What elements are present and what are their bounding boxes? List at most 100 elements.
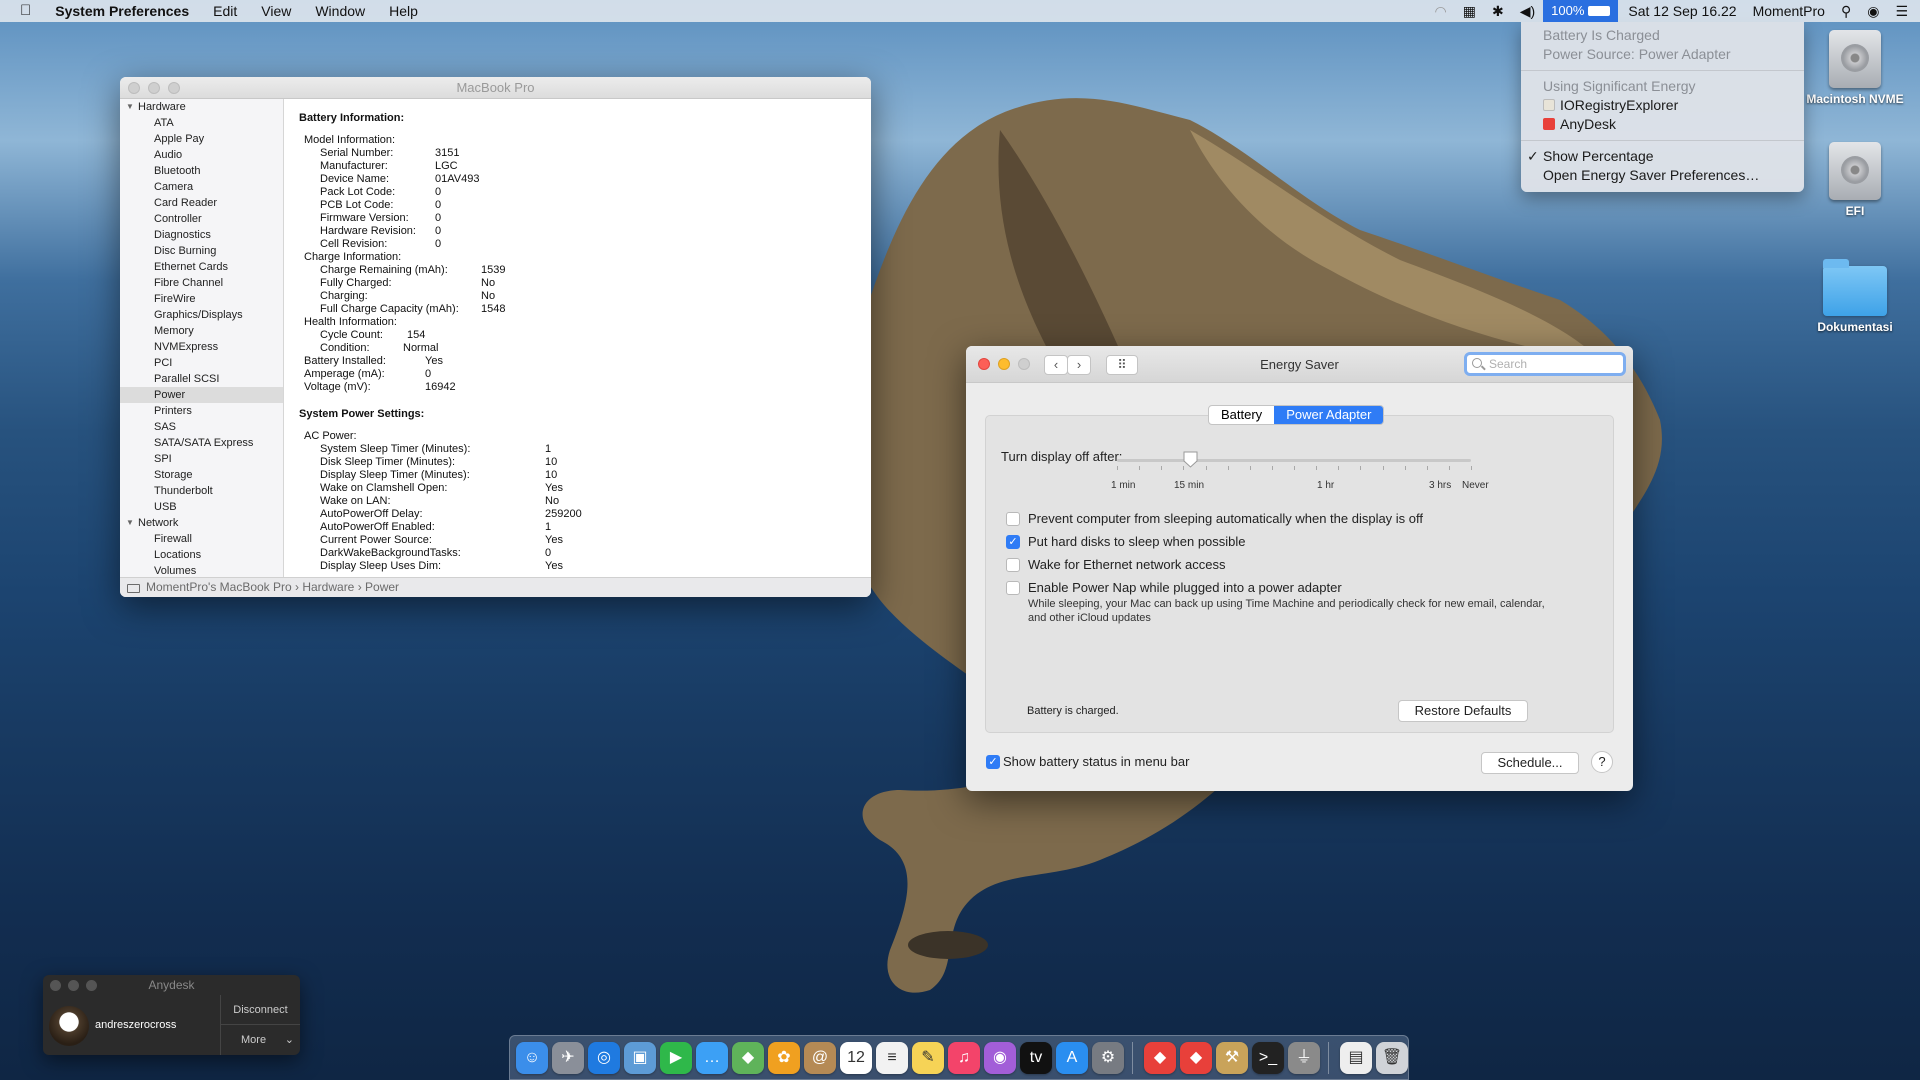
sidebar-item[interactable]: ATA — [120, 115, 283, 131]
minimize-button[interactable] — [998, 358, 1010, 370]
battery-menu-item[interactable]: 100% — [1543, 0, 1619, 22]
clock[interactable]: Sat 12 Sep 16.22 — [1618, 0, 1744, 22]
menu-edit[interactable]: Edit — [201, 0, 249, 22]
sidebar-item[interactable]: SPI — [120, 451, 283, 467]
wifi-icon[interactable]: ◠ — [1427, 0, 1455, 22]
zoom-button[interactable] — [86, 980, 97, 991]
dock-icon-trash[interactable]: 🗑 — [1376, 1041, 1408, 1074]
bluetooth-icon[interactable]: ✱ — [1484, 0, 1512, 22]
zoom-button[interactable] — [1018, 358, 1030, 370]
sidebar-item[interactable]: Parallel SCSI — [120, 371, 283, 387]
sidebar-item[interactable]: PCI — [120, 355, 283, 371]
display-sleep-slider-track[interactable] — [1117, 459, 1471, 462]
desktop-icon-macintosh-nvme[interactable]: Macintosh NVME — [1800, 30, 1910, 106]
sidebar-item[interactable]: Card Reader — [120, 195, 283, 211]
dock-icon-calendar[interactable]: 12 — [840, 1041, 872, 1074]
power-nap-checkbox[interactable] — [1006, 581, 1020, 595]
wake-ethernet-checkbox[interactable] — [1006, 558, 1020, 572]
sidebar-item[interactable]: Printers — [120, 403, 283, 419]
disk-sleep-checkbox[interactable]: ✓ — [1006, 535, 1020, 549]
sidebar-item[interactable]: Memory — [120, 323, 283, 339]
activity-icon[interactable]: ▦ — [1455, 0, 1484, 22]
restore-defaults-button[interactable]: Restore Defaults — [1398, 700, 1528, 722]
sidebar-item[interactable]: Disc Burning — [120, 243, 283, 259]
dock-icon-music[interactable]: ♫ — [948, 1041, 980, 1074]
schedule-button[interactable]: Schedule... — [1481, 752, 1579, 774]
energy-app-anydesk[interactable]: AnyDesk — [1521, 115, 1804, 134]
help-button[interactable]: ? — [1591, 751, 1613, 773]
dock-icon-preview[interactable]: ▣ — [624, 1041, 656, 1074]
sidebar-item[interactable]: Audio — [120, 147, 283, 163]
sidebar-item[interactable]: Controller — [120, 211, 283, 227]
dock-icon-utility[interactable]: ⚒ — [1216, 1041, 1248, 1074]
sidebar-item[interactable]: NVMExpress — [120, 339, 283, 355]
open-energy-saver-item[interactable]: Open Energy Saver Preferences… — [1521, 166, 1804, 185]
show-battery-status-checkbox[interactable]: ✓ — [986, 755, 1000, 769]
dock-icon-tv[interactable]: tv — [1020, 1041, 1052, 1074]
show-all-grid-icon[interactable]: ⠿ — [1106, 355, 1138, 375]
minimize-button[interactable] — [68, 980, 79, 991]
show-percentage-item[interactable]: ✓ Show Percentage — [1521, 147, 1804, 166]
sidebar-item[interactable]: SATA/SATA Express — [120, 435, 283, 451]
forward-button[interactable]: › — [1067, 355, 1091, 375]
desktop-icon-efi[interactable]: EFI — [1800, 142, 1910, 218]
sidebar-item[interactable]: Power — [120, 387, 283, 403]
close-button[interactable] — [128, 82, 140, 94]
dock-icon-facetime[interactable]: ▶ — [660, 1041, 692, 1074]
sidebar-item[interactable]: USB — [120, 499, 283, 515]
sidebar-item[interactable]: SAS — [120, 419, 283, 435]
prevent-sleep-checkbox[interactable] — [1006, 512, 1020, 526]
tab-battery[interactable]: Battery — [1209, 406, 1274, 424]
search-input[interactable]: Search — [1464, 352, 1626, 376]
dock-icon-contacts[interactable]: @ — [804, 1041, 836, 1074]
dock-icon-notes[interactable]: ✎ — [912, 1041, 944, 1074]
sidebar-item[interactable]: FireWire — [120, 291, 283, 307]
sidebar-item[interactable]: Locations — [120, 547, 283, 563]
disconnect-button[interactable]: Disconnect — [220, 995, 300, 1025]
dock-icon-launchpad[interactable]: ✈ — [552, 1041, 584, 1074]
sidebar-item[interactable]: Fibre Channel — [120, 275, 283, 291]
user-menu[interactable]: MomentPro — [1745, 0, 1833, 22]
menu-view[interactable]: View — [249, 0, 303, 22]
volume-icon[interactable]: ◀) — [1512, 0, 1543, 22]
sidebar-item[interactable]: Storage — [120, 467, 283, 483]
desktop-icon-dokumentasi[interactable]: Dokumentasi — [1800, 259, 1910, 334]
dock-icon-terminal[interactable]: >_ — [1252, 1041, 1284, 1074]
sidebar-group-network[interactable]: Network — [120, 515, 283, 531]
sidebar-item[interactable]: Graphics/Displays — [120, 307, 283, 323]
minimize-button[interactable] — [148, 82, 160, 94]
dock-icon-safari[interactable]: ◎ — [588, 1041, 620, 1074]
dock-icon-anydesk-2[interactable]: ◆ — [1180, 1041, 1212, 1074]
dock-icon-anydesk[interactable]: ◆ — [1144, 1041, 1176, 1074]
sidebar-item[interactable]: Firewall — [120, 531, 283, 547]
siri-icon[interactable]: ◉ — [1859, 0, 1887, 22]
menu-app-name[interactable]: System Preferences — [43, 0, 201, 22]
back-button[interactable]: ‹ — [1044, 355, 1068, 375]
dock-icon-system-preferences[interactable]: ⚙ — [1092, 1041, 1124, 1074]
notification-center-icon[interactable]: ☰ — [1887, 0, 1920, 22]
spotlight-search-icon[interactable]: ⚲ — [1833, 0, 1859, 22]
dock-icon-reminders[interactable]: ≡ — [876, 1041, 908, 1074]
sidebar-item[interactable]: Diagnostics — [120, 227, 283, 243]
energy-app-ioregistryexplorer[interactable]: IORegistryExplorer — [1521, 96, 1804, 115]
menu-help[interactable]: Help — [377, 0, 430, 22]
tab-power-adapter[interactable]: Power Adapter — [1274, 406, 1384, 424]
sidebar-group-hardware[interactable]: Hardware — [120, 99, 283, 115]
zoom-button[interactable] — [168, 82, 180, 94]
close-button[interactable] — [978, 358, 990, 370]
sidebar-item[interactable]: Apple Pay — [120, 131, 283, 147]
dock-icon-finder[interactable]: ☺ — [516, 1041, 548, 1074]
menu-window[interactable]: Window — [303, 0, 377, 22]
sidebar-item[interactable]: Volumes — [120, 563, 283, 577]
sidebar-item[interactable]: Ethernet Cards — [120, 259, 283, 275]
display-sleep-slider-thumb[interactable] — [1183, 451, 1198, 468]
sidebar-item[interactable]: Thunderbolt — [120, 483, 283, 499]
dock-icon-app-store[interactable]: A — [1056, 1041, 1088, 1074]
dock-icon-photos[interactable]: ✿ — [768, 1041, 800, 1074]
sidebar-item[interactable]: Bluetooth — [120, 163, 283, 179]
dock-icon-messages[interactable]: … — [696, 1041, 728, 1074]
dock-icon-tool[interactable]: ⏚ — [1288, 1041, 1320, 1074]
dock-icon-documents[interactable]: ▤ — [1340, 1041, 1372, 1074]
close-button[interactable] — [50, 980, 61, 991]
more-button[interactable]: More ⌄ — [220, 1025, 300, 1055]
